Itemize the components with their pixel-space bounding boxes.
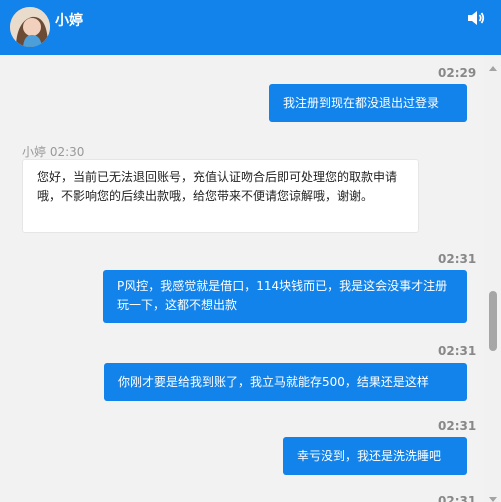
scroll-up-icon[interactable] — [489, 66, 497, 71]
message-time: 02:29 — [438, 66, 477, 80]
message-sender: 小婷 02:30 — [22, 145, 85, 159]
speaker-icon[interactable] — [467, 10, 485, 26]
scroll-thumb[interactable] — [489, 291, 497, 351]
scroll-down-icon[interactable] — [489, 497, 497, 502]
message-time: 02:31 — [438, 494, 477, 502]
message-list[interactable]: 02:29 我注册到现在都没退出过登录 小婷 02:30 您好，当前已无法退回账… — [0, 55, 484, 502]
chat-header: 小婷 — [0, 0, 501, 55]
sent-message-bubble: 幸亏没到，我还是洗洗睡吧 — [283, 437, 467, 475]
message-time: 02:31 — [438, 252, 477, 266]
scrollbar[interactable] — [484, 55, 501, 502]
sent-message-bubble: 我注册到现在都没退出过登录 — [269, 84, 467, 122]
contact-name: 小婷 — [55, 13, 83, 29]
sent-message-bubble: P风控，我感觉就是借口，114块钱而已，我是这会没事才注册玩一下，这都不想出款 — [103, 270, 467, 323]
received-message-bubble: 您好，当前已无法退回账号，充值认证吻合后即可处理您的取款申请哦，不影响您的后续出… — [22, 159, 419, 233]
avatar-photo — [10, 7, 50, 47]
message-time: 02:31 — [438, 419, 477, 433]
avatar[interactable] — [10, 7, 50, 47]
message-time: 02:31 — [438, 344, 477, 358]
sent-message-bubble: 你刚才要是给我到账了，我立马就能存500，结果还是这样 — [104, 363, 467, 401]
